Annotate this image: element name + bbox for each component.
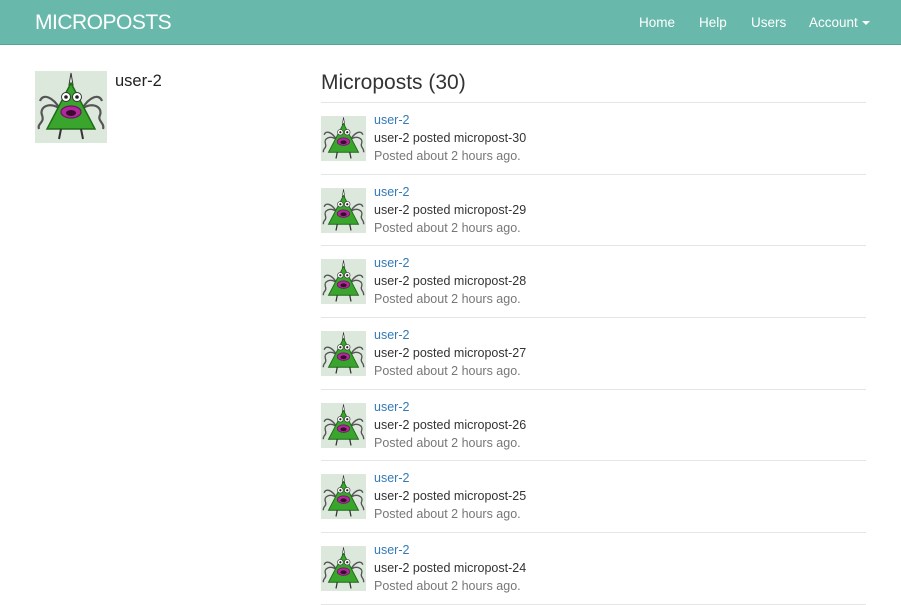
post-user-link[interactable]: user-2	[374, 471, 409, 486]
post-content: user-2 posted micropost-26	[374, 417, 527, 432]
nav-users-link[interactable]: Users	[751, 15, 786, 31]
profile-username: user-2	[115, 72, 162, 90]
post-content: user-2 posted micropost-28	[374, 274, 527, 289]
post-timestamp: Posted about 2 hours ago.	[374, 507, 521, 522]
micropost-item: user-2 user-2 posted micropost-25 Posted a…	[321, 461, 866, 533]
post-user-link[interactable]: user-2	[374, 185, 409, 200]
post-content: user-2 posted micropost-24	[374, 560, 527, 575]
post-content: user-2 posted micropost-27	[374, 345, 527, 360]
post-content: user-2 posted micropost-30	[374, 131, 527, 145]
nav-account-dropdown[interactable]: Account	[809, 15, 870, 31]
brand-logo-link[interactable]: MICROPOSTS	[35, 11, 172, 35]
post-avatar[interactable]	[321, 331, 366, 376]
post-user-link[interactable]: user-2	[374, 400, 409, 415]
nav-account-label: Account	[809, 15, 858, 30]
post-user-link[interactable]: user-2	[374, 113, 409, 128]
micropost-feed: user-2 user-2 posted micropost-30 Posted a…	[321, 103, 866, 605]
micropost-item: user-2 user-2 posted micropost-27 Posted a…	[321, 318, 866, 390]
post-avatar[interactable]	[321, 403, 366, 448]
post-content: user-2 posted micropost-25	[374, 489, 527, 504]
post-avatar[interactable]	[321, 546, 366, 591]
post-user-link[interactable]: user-2	[374, 328, 409, 343]
post-user-link[interactable]: user-2	[374, 543, 409, 558]
feed-title: Microposts (30)	[321, 71, 466, 94]
post-timestamp: Posted about 2 hours ago.	[374, 578, 521, 593]
post-user-link[interactable]: user-2	[374, 256, 409, 271]
post-avatar[interactable]	[321, 116, 366, 161]
post-timestamp: Posted about 2 hours ago.	[374, 149, 521, 163]
profile-avatar	[35, 71, 107, 143]
post-timestamp: Posted about 2 hours ago.	[374, 435, 521, 450]
post-content: user-2 posted micropost-29	[374, 202, 527, 217]
post-avatar[interactable]	[321, 188, 366, 233]
micropost-item: user-2 user-2 posted micropost-30 Posted a…	[321, 103, 866, 175]
micropost-item: user-2 user-2 posted micropost-24 Posted a…	[321, 533, 866, 605]
micropost-item: user-2 user-2 posted micropost-28 Posted a…	[321, 246, 866, 318]
post-avatar[interactable]	[321, 474, 366, 519]
micropost-item: user-2 user-2 posted micropost-29 Posted a…	[321, 175, 866, 247]
nav-help-link[interactable]: Help	[699, 15, 727, 31]
post-timestamp: Posted about 2 hours ago.	[374, 363, 521, 378]
post-timestamp: Posted about 2 hours ago.	[374, 292, 521, 307]
post-timestamp: Posted about 2 hours ago.	[374, 220, 521, 235]
micropost-item: user-2 user-2 posted micropost-26 Posted a…	[321, 390, 866, 462]
navbar: MICROPOSTS Home Help Users Account	[0, 0, 901, 45]
caret-down-icon	[861, 21, 870, 26]
post-avatar[interactable]	[321, 259, 366, 304]
nav-home-link[interactable]: Home	[639, 15, 675, 31]
